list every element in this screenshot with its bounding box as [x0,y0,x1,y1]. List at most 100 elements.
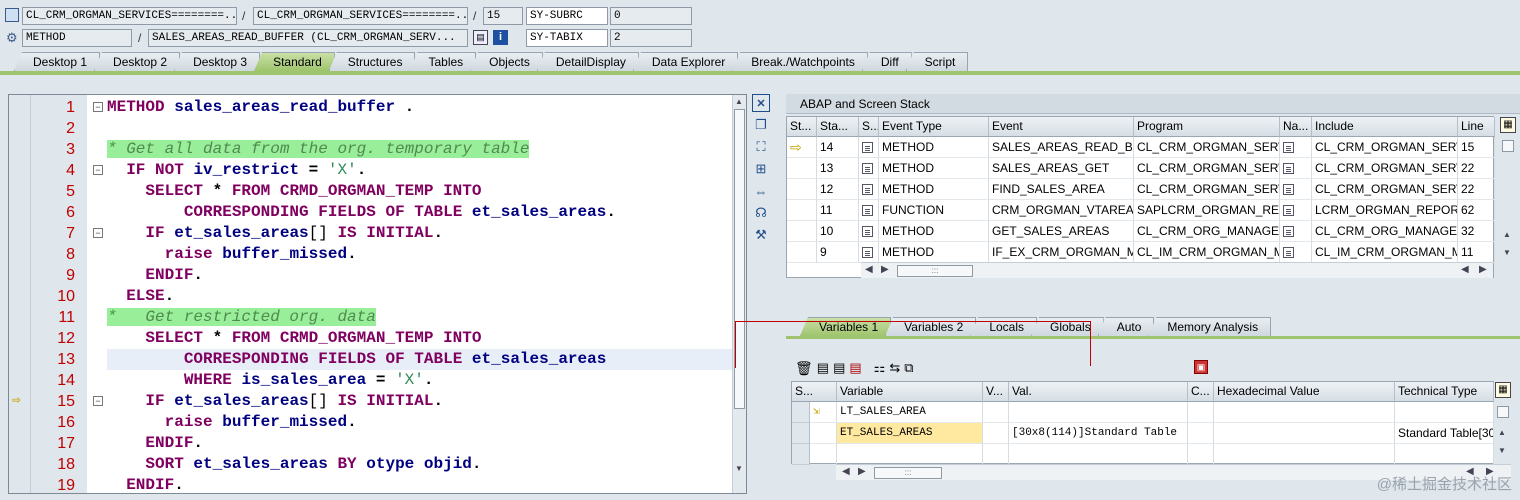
variable-name-cell[interactable] [837,444,983,465]
column-header[interactable]: St... [787,117,817,137]
stack-event-type-cell[interactable]: FUNCTION [879,200,989,221]
variable-hex-cell[interactable] [1214,423,1395,444]
tab-variables-1[interactable]: Variables 1 [800,317,892,336]
column-header[interactable]: V... [983,382,1009,402]
stack-program-cell[interactable]: CL_IM_CRM_ORGMAN_M... [1134,242,1280,263]
stack-event-type-cell[interactable]: METHOD [879,158,989,179]
tab-variables-2[interactable]: Variables 2 [885,317,977,336]
code-line[interactable]: 6 CORRESPONDING FIELDS OF TABLE et_sales… [9,202,734,223]
tab-desktop-2[interactable]: Desktop 2 [94,52,181,71]
resize-icon[interactable]: ⇔ [752,182,770,200]
source-code-icon[interactable] [862,205,873,217]
tab-break-watchpoints[interactable]: Break./Watchpoints [732,52,868,71]
code-line[interactable]: 1 − METHOD sales_areas_read_buffer . [9,97,734,118]
save-icon[interactable]: ▣ [1194,360,1208,374]
headset-icon[interactable]: ☊ [752,204,770,222]
stack-navigate-cell[interactable] [1280,158,1312,179]
variable-name-cell[interactable]: ET_SALES_AREAS [837,423,983,444]
stack-level-cell[interactable]: 9 [817,242,859,263]
code-line[interactable]: 3 * Get all data from the org. temporary … [9,139,734,160]
sysvar-value-field[interactable]: 0 [610,7,692,25]
stack-program-cell[interactable]: CL_CRM_ORG_MANAGEM... [1134,221,1280,242]
column-header[interactable]: C... [1188,382,1214,402]
sysvar-value-field-2[interactable]: 2 [610,29,692,47]
stack-horizontal-scrollbar[interactable]: ◀ ▶::: ◀ ▶ [861,262,1493,278]
column-header[interactable]: Event Type [879,117,989,137]
column-header[interactable]: Technical Type [1395,382,1494,402]
event-field[interactable]: SALES_AREAS_READ_BUFFER (CL_CRM_ORGMAN_S… [148,29,468,47]
navigate-icon[interactable] [1283,226,1294,238]
variable-visibility-cell[interactable] [983,402,1009,423]
new-session-icon[interactable]: ❐ [752,116,770,134]
column-header[interactable]: Line [1458,117,1495,137]
collapse-icon[interactable]: − [93,396,103,406]
code-line[interactable]: 19 ENDIF. [9,475,734,493]
tab-standard[interactable]: Standard [254,52,335,71]
column-header[interactable]: Include [1312,117,1458,137]
tab-detaildisplay[interactable]: DetailDisplay [536,52,639,71]
scroll-thumb[interactable]: ::: [897,265,973,277]
stack-program-cell[interactable]: SAPLCRM_ORGMAN_REP... [1134,200,1280,221]
code-line[interactable]: 2 [9,118,734,139]
scroll-right-icon[interactable]: ▶ [1479,263,1487,277]
sysvar-name-field-2[interactable]: SY-TABIX [526,29,608,47]
tab-globals[interactable]: Globals [1031,317,1104,336]
navigate-icon[interactable] [1283,184,1294,196]
scroll-down-icon[interactable]: ▼ [1498,446,1506,455]
stack-level-cell[interactable]: 14 [817,137,859,158]
row-selector[interactable] [792,402,810,423]
variable-change-cell[interactable] [1188,402,1214,423]
column-header[interactable]: Program [1134,117,1280,137]
variable-change-cell[interactable] [1188,444,1214,465]
stack-event-cell[interactable]: GET_SALES_AREAS [989,221,1134,242]
stack-level-cell[interactable]: 10 [817,221,859,242]
variable-hex-cell[interactable] [1214,402,1395,423]
stack-event-cell[interactable]: SALES_AREAS_GET [989,158,1134,179]
stack-source-cell[interactable] [859,200,879,221]
row-selector[interactable] [792,423,810,444]
stack-current-cell[interactable] [787,179,817,200]
column-header[interactable]: Sta... [817,117,859,137]
info-icon[interactable]: i [493,30,508,45]
source-code-icon[interactable] [862,247,873,259]
tab-diff[interactable]: Diff [861,52,912,71]
row-selector[interactable] [792,444,810,465]
stack-vertical-scrollbar[interactable]: ▲ ▼ [1500,136,1516,276]
source-code-icon[interactable] [862,163,873,175]
stack-current-cell[interactable] [787,200,817,221]
column-header[interactable]: S... [859,117,879,137]
close-icon[interactable]: ✕ [752,94,770,112]
variable-type-cell[interactable]: Standard Table[30 [1395,423,1494,444]
stack-event-type-cell[interactable]: METHOD [879,137,989,158]
stack-include-cell[interactable]: LCRM_ORGMAN_REPORT... [1312,200,1458,221]
document-delete-icon[interactable]: ▤ [849,360,861,378]
collapse-icon[interactable]: − [93,228,103,238]
source-code-icon[interactable] [862,184,873,196]
scroll-left-icon[interactable]: ◀ [842,465,850,479]
code-line[interactable]: 9 ENDIF. [9,265,734,286]
stack-current-cell[interactable] [787,242,817,263]
stack-include-cell[interactable]: CL_CRM_ORGMAN_SERV... [1312,179,1458,200]
scroll-right-icon[interactable]: ▶ [881,263,889,277]
stack-program-cell[interactable]: CL_CRM_ORGMAN_SERV... [1134,179,1280,200]
stack-table[interactable]: St... Sta... S... Event Type Event Program Na.… [786,116,1495,278]
scroll-left-icon[interactable]: ◀ [865,263,873,277]
variable-visibility-cell[interactable] [983,444,1009,465]
variable-change-cell[interactable] [1188,423,1214,444]
column-header[interactable]: Variable [837,382,983,402]
window-icon[interactable]: ⧉ [904,360,913,378]
column-header[interactable]: S... [792,382,837,402]
stack-line-cell[interactable]: 32 [1458,221,1495,242]
variable-hex-cell[interactable] [1214,444,1395,465]
variable-structure-cell[interactable] [810,444,837,465]
scroll-thumb[interactable]: ::: [874,467,942,479]
stack-line-cell[interactable]: 15 [1458,137,1495,158]
code-line[interactable]: 10 ELSE. [9,286,734,307]
stack-current-cell[interactable]: ⇨ [787,137,817,158]
stack-source-cell[interactable] [859,137,879,158]
maximize-icon[interactable]: ⛶ [752,138,770,156]
stack-source-cell[interactable] [859,158,879,179]
stack-navigate-cell[interactable] [1280,179,1312,200]
column-header[interactable]: Event [989,117,1134,137]
code-line[interactable]: 18 SORT et_sales_areas BY otype objid. [9,454,734,475]
